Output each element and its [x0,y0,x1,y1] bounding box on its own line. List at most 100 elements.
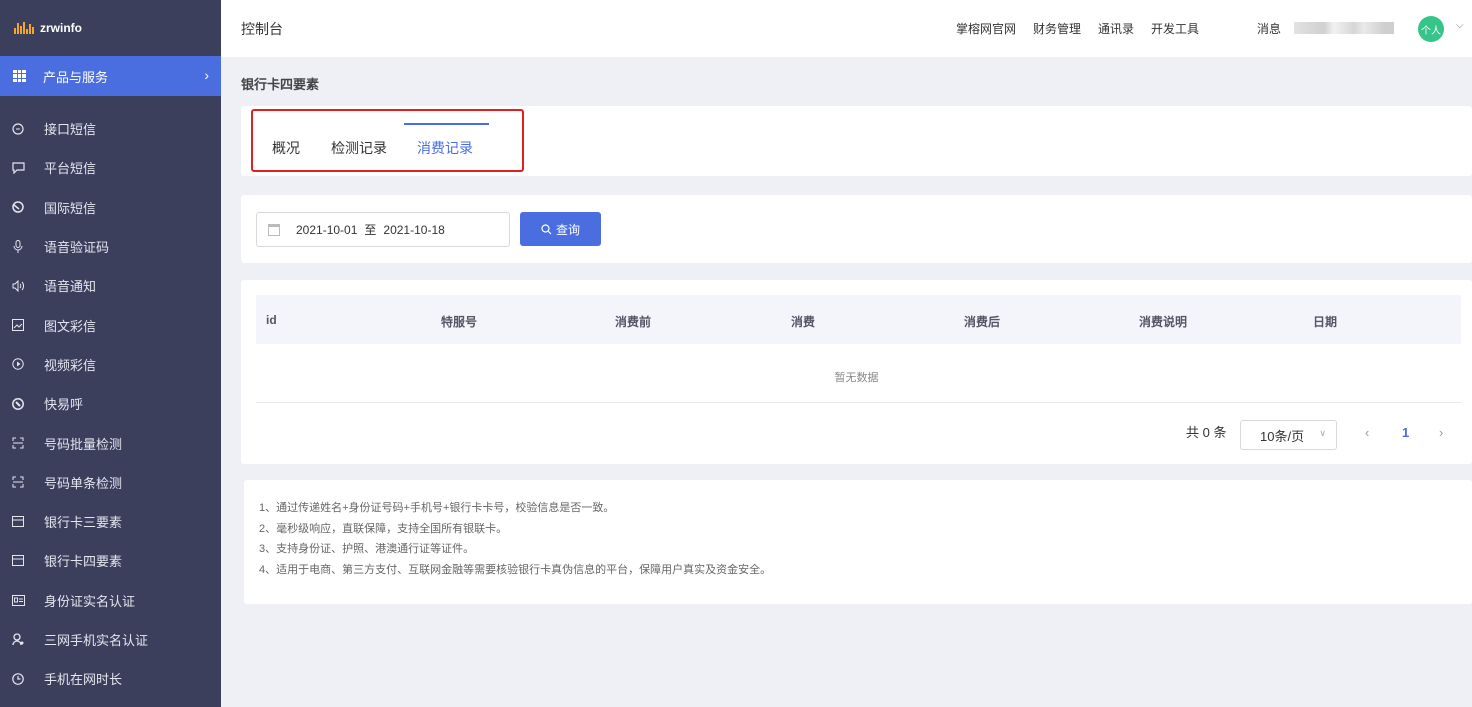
empty-state-text: 暂无数据 [834,372,879,384]
date-separator: 至 [364,223,377,237]
sidebar-item[interactable]: 平台短信 [0,148,221,187]
tabs-card: 概况 检测记录 消费记录 [241,106,1472,176]
sidebar-item[interactable]: 三网手机实名认证 [0,620,221,659]
speaker-icon [11,279,25,293]
calendar-icon [268,223,280,236]
sidebar-item-label: 号码单条检测 [44,475,123,491]
sidebar-item-label: 身份证实名认证 [44,593,136,609]
sidebar-item[interactable]: 银行卡四要素 [0,541,221,580]
start-date[interactable]: 2021-10-01 [296,223,357,237]
next-page-icon[interactable]: › [1439,425,1443,440]
tab-bar: 概况 检测记录 消费记录 [251,109,524,172]
nav-link-contacts[interactable]: 通讯录 [1098,20,1134,37]
column-header-consumption: 消费 [791,315,816,329]
sidebar-item-label: 银行卡三要素 [44,515,123,531]
page-size-select[interactable]: 10条/页 ∨ [1240,420,1337,450]
sidebar-item-label: 银行卡四要素 [44,554,123,570]
play-icon [11,357,25,371]
logo-bars-icon [14,22,34,34]
sidebar-item[interactable]: 身份证实名认证 [0,581,221,620]
product-services-label: 产品与服务 [43,69,109,85]
chevron-down-icon: ∨ [1319,428,1326,438]
sidebar-item[interactable]: 快易呼 [0,384,221,423]
call-icon [11,397,25,411]
active-tab-indicator [404,123,489,125]
sidebar-item[interactable]: 语音通知 [0,266,221,305]
brand-logo[interactable]: zrwinfo [0,0,221,56]
sidebar: zrwinfo 产品与服务 › 接口短信 平台短信 国际短信 语音验证码 语音通… [0,0,221,707]
query-button-label: 查询 [555,222,580,237]
nav-link-official-site[interactable]: 掌榕网官网 [956,20,1016,37]
column-header-id: id [266,313,277,327]
sidebar-item[interactable]: 手机在网时长 [0,659,221,698]
scan-icon [11,436,25,450]
sidebar-item[interactable]: 接口短信 [0,109,221,148]
card-icon [11,554,25,568]
tab-check-records[interactable]: 检测记录 [331,138,387,158]
section-heading: 银行卡四要素 [241,77,320,92]
globe-icon [11,200,25,214]
sidebar-item-label: 国际短信 [44,200,97,216]
top-bar: 控制台 掌榕网官网 财务管理 通讯录 开发工具 消息 个人 ⌵ [221,0,1472,57]
prev-page-icon[interactable]: ‹ [1365,425,1369,440]
user-icon [11,633,25,647]
pagination-total: 共 0 条 [1186,425,1227,440]
brand-name: zrwinfo [40,21,82,35]
sidebar-item[interactable]: 语音验证码 [0,227,221,266]
messages-link[interactable]: 消息 [1257,20,1281,37]
card-icon [11,515,25,529]
sidebar-item[interactable]: 号码单条检测 [0,463,221,502]
column-header-balance-before: 消费前 [615,315,652,329]
sidebar-item[interactable]: 银行卡三要素 [0,502,221,541]
avatar[interactable]: 个人 [1418,16,1444,42]
column-header-service-number: 特服号 [441,315,478,329]
note-line: 3、支持身份证、护照、港澳通行证等证件。 [259,543,475,555]
top-nav: 掌榕网官网 财务管理 通讯录 开发工具 [956,20,1216,37]
chevron-right-icon: › [204,67,209,83]
page-size-value: 10条/页 [1260,428,1305,444]
end-date[interactable]: 2021-10-18 [383,223,444,237]
sidebar-item-label: 语音通知 [44,279,97,295]
image-icon [11,318,25,332]
sidebar-item-label: 图文彩信 [44,318,97,334]
table-divider [256,402,1461,403]
tab-overview[interactable]: 概况 [272,138,300,158]
nav-link-finance[interactable]: 财务管理 [1033,20,1081,37]
page-title: 控制台 [241,20,283,37]
sidebar-item-label: 语音验证码 [44,240,110,256]
tab-consumption-records[interactable]: 消费记录 [417,138,473,158]
note-line: 1、通过传递姓名+身份证号码+手机号+银行卡卡号，校验信息是否一致。 [259,502,615,514]
column-header-date: 日期 [1313,315,1338,329]
sidebar-item[interactable]: 国际短信 [0,188,221,227]
sidebar-item-label: 手机在网时长 [44,672,123,688]
column-header-balance-after: 消费后 [964,315,1001,329]
sidebar-item-label: 三网手机实名认证 [44,633,149,648]
mic-icon [11,240,25,254]
nav-link-dev-tools[interactable]: 开发工具 [1151,20,1199,37]
id-card-icon [11,593,25,607]
search-icon [541,223,552,234]
filter-card: 2021-10-01 至 2021-10-18 查询 [241,195,1472,263]
grid-icon [13,70,26,82]
product-services-menu[interactable]: 产品与服务 › [0,56,221,96]
clock-icon [11,672,25,686]
current-page[interactable]: 1 [1402,425,1409,440]
username-redacted [1294,22,1394,34]
sidebar-item[interactable]: 号码批量检测 [0,423,221,462]
column-header-description: 消费说明 [1139,315,1188,329]
sidebar-item[interactable]: 视频彩信 [0,345,221,384]
query-button[interactable]: 查询 [520,212,601,246]
sidebar-item-label: 号码批量检测 [44,436,123,452]
scan-icon [11,475,25,489]
chevron-down-icon[interactable]: ⌵ [1456,20,1464,31]
sidebar-item-label: 视频彩信 [44,357,97,373]
sidebar-item[interactable]: 图文彩信 [0,305,221,344]
sidebar-item-label: 平台短信 [44,161,97,177]
date-range-picker[interactable]: 2021-10-01 至 2021-10-18 [256,212,510,247]
records-table-card: id 特服号 消费前 消费 消费后 消费说明 日期 暂无数据 共 0 条 10条… [241,280,1472,464]
note-line: 2、毫秒级响应，直联保障，支持全国所有银联卡。 [259,522,508,535]
product-notes: 1、通过传递姓名+身份证号码+手机号+银行卡卡号，校验信息是否一致。 2、毫秒级… [244,480,1472,604]
sidebar-menu: 接口短信 平台短信 国际短信 语音验证码 语音通知 图文彩信 视频彩信 快易呼 … [0,109,221,698]
table-header: id 特服号 消费前 消费 消费后 消费说明 日期 [256,295,1461,344]
sidebar-item-label: 快易呼 [44,397,84,413]
